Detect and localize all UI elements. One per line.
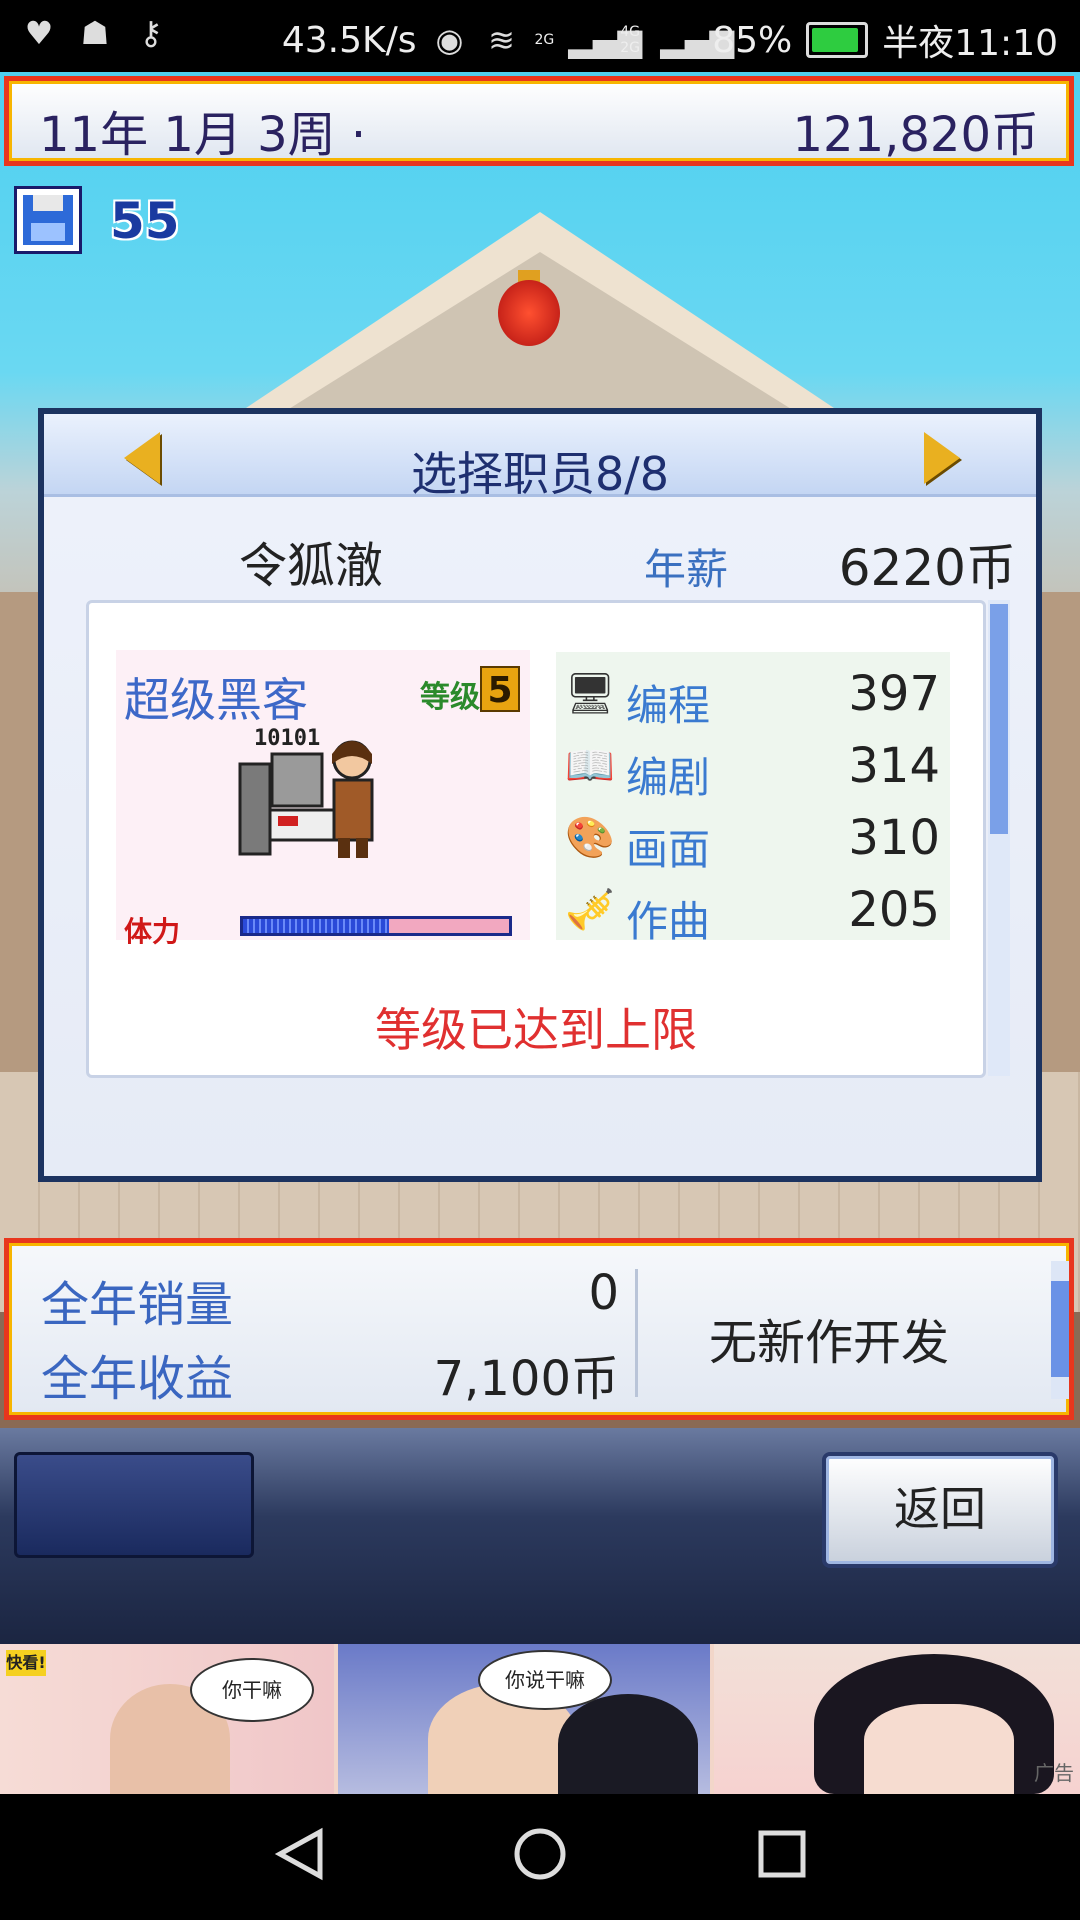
stat-row-programming: 🖥 编程 397 <box>556 658 950 730</box>
annual-revenue-label: 全年收益 <box>41 1351 234 1407</box>
info-divider <box>635 1269 638 1397</box>
salary-value: 6220币 <box>838 539 1016 597</box>
signal-icon-2: ▂▄▆ <box>660 21 735 59</box>
salary-label: 年薪 <box>644 545 729 594</box>
computer-icon: 🖥 <box>564 671 616 717</box>
recents-square-icon[interactable] <box>752 1824 812 1884</box>
book-icon: 📖 <box>565 743 615 789</box>
stat-row-music: 🎺 作曲 205 <box>556 874 950 946</box>
wifi-icon: ≋ <box>488 21 515 59</box>
network-speed: 43.5K/s <box>281 19 417 61</box>
employee-name: 令狐澈 <box>239 538 384 594</box>
battery-icon <box>806 22 869 58</box>
palette-icon: 🎨 <box>565 815 615 861</box>
save-button[interactable] <box>14 186 82 254</box>
eye-icon: ◉ <box>435 21 464 59</box>
stat-row-scenario: 📖 编剧 314 <box>556 730 950 802</box>
health-icon: ♥ <box>24 14 54 52</box>
ad-character-face <box>864 1704 1014 1794</box>
ad-banner[interactable]: 快看! 你干嘛 你说干嘛 广告 <box>0 1644 1080 1794</box>
stat-label: 编剧 <box>626 753 711 802</box>
floppy-disk-icon <box>23 195 73 245</box>
stat-label: 画面 <box>626 825 711 874</box>
job-title: 超级黑客 <box>124 673 308 727</box>
stamina-label: 体力 <box>124 915 181 948</box>
level-label: 等级 <box>420 680 480 715</box>
ad-panel-3[interactable] <box>714 1644 1080 1794</box>
ad-tag: 快看! <box>6 1650 46 1676</box>
dialog-title: 选择职员8/8 <box>410 447 670 501</box>
annual-sales-value: 0 <box>588 1265 619 1321</box>
signal-icon: ▂▄▆ <box>568 21 643 59</box>
status-right: 43.5K/s ◉ ≋ 2G ▂▄▆ 4G 2G ▂▄▆ 85% 半夜11:10 <box>282 14 1058 66</box>
signal-4g-label: 4G 2G <box>620 24 640 56</box>
ad-bubble-2: 你说干嘛 <box>478 1650 612 1710</box>
clock: 半夜11:10 <box>882 23 1058 64</box>
save-count: 55 <box>110 192 180 250</box>
ad-panel-1[interactable]: 快看! 你干嘛 <box>0 1644 334 1794</box>
status-bar: ♥ ☗ ⚷ 43.5K/s ◉ ≋ 2G ▂▄▆ 4G 2G ▂▄▆ 85% 半… <box>0 0 1080 72</box>
key-icon: ⚷ <box>139 14 163 52</box>
ad-label: 广告 <box>1034 1761 1074 1785</box>
money-total: 121,820币 <box>792 107 1040 163</box>
stat-value: 310 <box>848 810 940 866</box>
system-nav-bar <box>0 1794 1080 1920</box>
info-scrollbar-thumb[interactable] <box>1051 1281 1069 1377</box>
annual-sales-label: 全年销量 <box>41 1277 234 1333</box>
stamina-bar <box>240 916 512 936</box>
menu-slot-button[interactable] <box>14 1452 254 1558</box>
stat-row-graphics: 🎨 画面 310 <box>556 802 950 874</box>
ad-character-3 <box>558 1694 698 1794</box>
status-left-icons: ♥ ☗ ⚷ <box>20 14 170 52</box>
stat-value: 314 <box>848 738 940 794</box>
back-triangle-icon[interactable] <box>270 1824 330 1884</box>
signal-2g-label: 2G <box>534 32 555 48</box>
employee-avatar <box>238 740 374 858</box>
battery-percent: 85% <box>712 19 793 61</box>
stat-label: 作曲 <box>626 897 711 946</box>
red-lantern-icon <box>498 280 560 346</box>
trumpet-icon: 🎺 <box>565 887 615 933</box>
date-money-bar: 11年 1月 3周 · 121,820币 <box>4 76 1074 166</box>
select-employee-dialog: 选择职员8/8 令狐澈 年薪 6220币 超级黑客 等级 5 10101 体力 … <box>38 408 1042 1182</box>
ad-panel-2[interactable]: 你说干嘛 <box>338 1644 710 1794</box>
card-scrollbar[interactable] <box>988 600 1010 1076</box>
stat-value: 205 <box>848 882 940 938</box>
back-button[interactable]: 返回 <box>822 1452 1058 1568</box>
stamina-bar-fill <box>243 919 389 933</box>
stat-value: 397 <box>848 666 940 722</box>
menu-area: 返回 <box>0 1428 1080 1650</box>
home-circle-icon[interactable] <box>510 1824 570 1884</box>
development-status: 无新作开发 <box>708 1315 949 1371</box>
notification-icon: ☗ <box>80 14 110 52</box>
game-date: 11年 1月 3周 · <box>39 107 367 163</box>
max-level-message: 等级已达到上限 <box>375 1003 697 1057</box>
scrollbar-thumb[interactable] <box>990 604 1008 834</box>
stat-label: 编程 <box>626 681 711 730</box>
level-badge: 5 <box>480 666 520 712</box>
annual-info-bar: 全年销量 0 全年收益 7,100币 无新作开发 <box>4 1238 1074 1420</box>
info-scrollbar[interactable] <box>1051 1261 1069 1399</box>
ad-bubble-1: 你干嘛 <box>190 1658 314 1722</box>
annual-revenue-value: 7,100币 <box>433 1351 619 1407</box>
